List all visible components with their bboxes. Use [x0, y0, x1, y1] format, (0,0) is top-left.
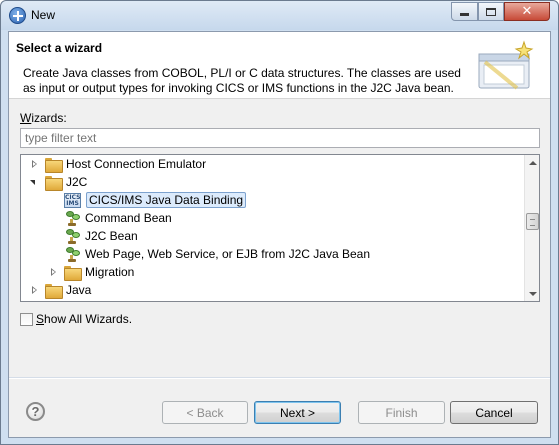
- cancel-button[interactable]: Cancel: [450, 401, 538, 424]
- close-icon: ✕: [521, 4, 533, 19]
- tree-item-label: Java: [66, 283, 92, 297]
- show-all-wizards-checkbox[interactable]: [20, 312, 33, 326]
- tree-item-label: J2C: [66, 175, 88, 189]
- bean-icon: [65, 210, 81, 226]
- finish-button[interactable]: Finish: [358, 401, 445, 424]
- scrollbar-thumb[interactable]: [526, 213, 539, 230]
- header-title: Select a wizard: [16, 41, 103, 55]
- new-wizard-icon: [9, 7, 26, 24]
- tree-item-label: Host Connection Emulator: [66, 157, 207, 171]
- window-title: New: [31, 8, 56, 22]
- expand-arrow-icon[interactable]: [48, 267, 58, 277]
- wizards-label: Wizards:: [20, 111, 67, 125]
- expand-arrow-icon[interactable]: [29, 285, 39, 295]
- folder-icon: [45, 157, 63, 173]
- header-description: Create Java classes from COBOL, PL/I or …: [23, 66, 461, 95]
- tree-item-migration[interactable]: Migration: [21, 263, 524, 281]
- title-bar[interactable]: New ✕: [1, 1, 558, 30]
- wizard-filter-input[interactable]: [20, 128, 540, 148]
- back-button[interactable]: < Back: [162, 401, 248, 424]
- tree-item-j2c[interactable]: J2C: [21, 173, 524, 191]
- folder-icon: [45, 283, 63, 299]
- tree-item-web-page-web-service-ejb[interactable]: Web Page, Web Service, or EJB from J2C J…: [21, 245, 524, 263]
- tree-item-label: CICS/IMS Java Data Binding: [86, 192, 247, 208]
- tree-item-host-connection-emulator[interactable]: Host Connection Emulator: [21, 155, 524, 173]
- tree-item-label: Migration: [85, 265, 135, 279]
- dialog-client-area: Select a wizard Create Java classes from…: [8, 31, 551, 438]
- bean-icon: [65, 228, 81, 244]
- folder-icon: [45, 175, 63, 191]
- tree-item-label: Command Bean: [85, 211, 172, 225]
- scroll-up-arrow-icon[interactable]: [525, 155, 539, 170]
- minimize-icon: [460, 13, 469, 16]
- minimize-button[interactable]: [451, 2, 478, 21]
- scroll-down-arrow-icon[interactable]: [525, 286, 539, 301]
- tree-vertical-scrollbar[interactable]: [524, 155, 539, 301]
- tree-item-java[interactable]: Java: [21, 281, 524, 299]
- collapse-arrow-icon[interactable]: [29, 177, 39, 187]
- folder-icon: [64, 265, 82, 281]
- show-all-wizards-label: Show All Wizards.: [36, 312, 133, 326]
- wizard-banner-icon: [478, 40, 534, 90]
- maximize-button[interactable]: [478, 2, 504, 21]
- next-button[interactable]: Next >: [254, 401, 341, 424]
- new-dialog-window: New ✕ Select a wizard Create Java classe…: [0, 0, 559, 445]
- tree-item-command-bean[interactable]: Command Bean: [21, 209, 524, 227]
- tree-item-j2c-bean[interactable]: J2C Bean: [21, 227, 524, 245]
- tree-item-label: Web Page, Web Service, or EJB from J2C J…: [85, 247, 371, 261]
- close-button[interactable]: ✕: [504, 2, 550, 21]
- footer-separator: [9, 377, 550, 379]
- tree-item-cics-ims-java-data-binding[interactable]: CICS IMS CICS/IMS Java Data Binding: [21, 191, 524, 209]
- help-icon[interactable]: ?: [26, 402, 45, 421]
- tree-item-label: J2C Bean: [85, 229, 138, 243]
- wizard-header: Select a wizard Create Java classes from…: [9, 32, 550, 99]
- show-all-wizards-option[interactable]: Show All Wizards.: [20, 312, 132, 326]
- wizard-tree[interactable]: Host Connection Emulator J2C CICS IMS CIC…: [20, 154, 540, 302]
- maximize-icon: [486, 7, 496, 16]
- cics-ims-icon: CICS IMS: [64, 192, 81, 208]
- bean-icon: [65, 246, 81, 262]
- expand-arrow-icon[interactable]: [29, 159, 39, 169]
